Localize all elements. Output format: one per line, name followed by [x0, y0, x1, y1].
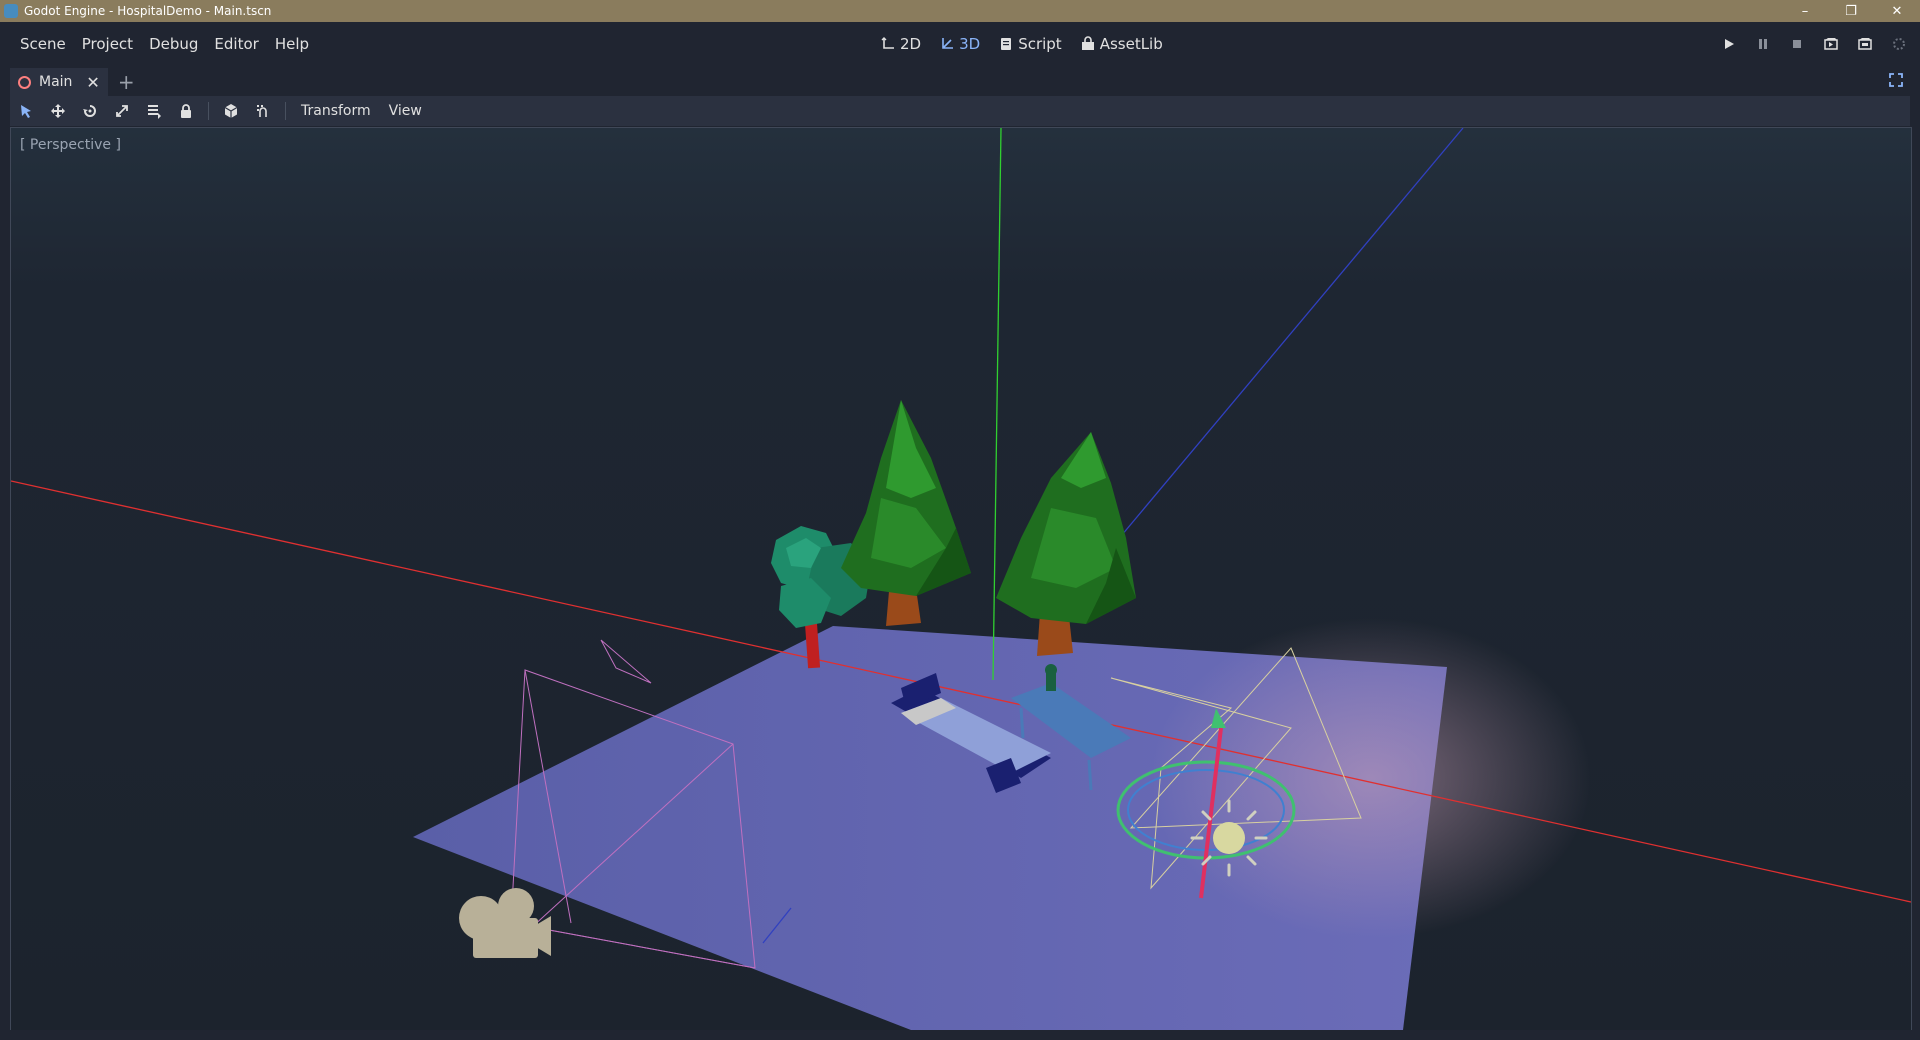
toolbar-divider: [208, 102, 209, 120]
distraction-free-icon[interactable]: [1888, 72, 1904, 88]
lock-icon[interactable]: [170, 96, 202, 126]
local-space-icon[interactable]: [215, 96, 247, 126]
workspace-assetlib-label: AssetLib: [1099, 35, 1163, 53]
z-axis-line: [1110, 128, 1464, 549]
run-controls: [1720, 22, 1908, 66]
play-custom-scene-icon[interactable]: [1856, 35, 1874, 53]
title-bar: Godot Engine - HospitalDemo - Main.tscn …: [0, 0, 1920, 22]
scale-icon[interactable]: [106, 96, 138, 126]
workspace-2d-label: 2D: [900, 35, 922, 53]
close-tab-icon[interactable]: ✕: [86, 73, 99, 92]
main-menu: Scene Project Debug Editor Help: [12, 35, 317, 53]
stop-icon[interactable]: [1788, 35, 1806, 53]
pause-icon[interactable]: [1754, 35, 1772, 53]
workspace-assetlib-button[interactable]: AssetLib: [1080, 35, 1163, 53]
menu-editor[interactable]: Editor: [206, 35, 266, 53]
pine-tree[interactable]: [996, 432, 1136, 656]
play-scene-icon[interactable]: [1822, 35, 1840, 53]
2d-icon: [881, 37, 894, 49]
list-icon[interactable]: [138, 96, 170, 126]
select-icon[interactable]: [10, 96, 42, 126]
spatial-node-icon: [18, 75, 31, 89]
window-title: Godot Engine - HospitalDemo - Main.tscn: [24, 4, 272, 18]
scene-tabs: Main ✕ +: [0, 66, 1920, 96]
script-icon: [1001, 38, 1012, 50]
restore-icon[interactable]: ❐: [1828, 0, 1874, 22]
plus-icon[interactable]: +: [118, 68, 135, 96]
scene-render: [11, 128, 1911, 1030]
menu-scene[interactable]: Scene: [12, 35, 74, 53]
workspace-2d-button[interactable]: 2D: [880, 35, 921, 53]
snap-icon[interactable]: [247, 96, 279, 126]
close-icon[interactable]: ✕: [1874, 0, 1920, 22]
minimize-icon[interactable]: –: [1782, 0, 1828, 22]
transform-menu[interactable]: Transform: [292, 103, 380, 119]
move-icon[interactable]: [42, 96, 74, 126]
perspective-label[interactable]: [ Perspective ]: [20, 137, 121, 153]
view-menu[interactable]: View: [380, 103, 431, 119]
3d-icon: [942, 38, 954, 49]
godot-logo-icon: [4, 4, 18, 18]
workspace-3d-label: 3D: [959, 35, 981, 53]
play-icon[interactable]: [1720, 35, 1738, 53]
workspace-script-label: Script: [1018, 35, 1062, 53]
toolbar-divider: [285, 102, 286, 120]
workspace-3d-button[interactable]: 3D: [939, 35, 980, 53]
window-controls: – ❐ ✕: [1782, 0, 1920, 22]
workspace-switcher: 2D 3D Script AssetLib: [880, 22, 1163, 66]
tab-main[interactable]: Main ✕: [10, 68, 108, 96]
tab-main-label: Main: [39, 74, 73, 90]
menu-bar: Scene Project Debug Editor Help 2D 3D Sc…: [0, 22, 1920, 66]
assetlib-icon: [1081, 36, 1094, 50]
3d-viewport[interactable]: [ Perspective ]: [10, 127, 1912, 1031]
menu-project[interactable]: Project: [74, 35, 141, 53]
viewport-toolbar: Transform View: [10, 96, 1910, 126]
menu-debug[interactable]: Debug: [141, 35, 206, 53]
bottom-margin: [0, 1030, 1920, 1040]
rotate-icon[interactable]: [74, 96, 106, 126]
workspace-script-button[interactable]: Script: [998, 35, 1062, 53]
menu-help[interactable]: Help: [267, 35, 317, 53]
spinner-icon: [1890, 35, 1908, 53]
